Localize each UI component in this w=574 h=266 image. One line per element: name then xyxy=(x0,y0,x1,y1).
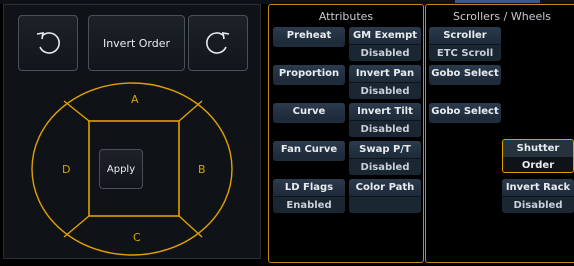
tile-label: Curve xyxy=(273,103,345,120)
tile-label: Invert Rack xyxy=(502,179,574,196)
tile-label: Gobo Select xyxy=(429,65,501,82)
scroller-button[interactable]: Scroller ETC Scroll xyxy=(429,27,501,61)
gobo-select-button[interactable]: Gobo Select xyxy=(429,65,501,85)
compass-label-c[interactable]: C xyxy=(133,231,141,244)
scrollers-title: Scrollers / Wheels xyxy=(452,10,552,23)
attr-color-path-button[interactable]: Color Path xyxy=(349,179,421,213)
tile-label: Proportion xyxy=(273,65,345,82)
tile-label: Swap P/T xyxy=(349,141,421,158)
tile-value: Disabled xyxy=(349,158,421,175)
tile-label: Scroller xyxy=(429,27,501,44)
compass-diag-bl xyxy=(63,215,90,238)
tile-label: Invert Pan xyxy=(349,65,421,82)
tile-label: Shutter Order xyxy=(503,140,573,171)
attr-gm-exempt-button[interactable]: GM Exempt Disabled xyxy=(349,27,421,61)
attr-invert-pan-button[interactable]: Invert Pan Disabled xyxy=(349,65,421,99)
tile-label: Fan Curve xyxy=(273,141,345,158)
attr-fan-curve-button[interactable]: Fan Curve xyxy=(273,141,345,161)
tile-label: GM Exempt xyxy=(349,27,421,44)
apply-button[interactable]: Apply xyxy=(99,149,143,189)
compass-label-d[interactable]: D xyxy=(62,163,70,176)
tile-label: LD Flags xyxy=(273,179,345,196)
shutter-order-button[interactable]: Shutter Order xyxy=(502,139,574,173)
direction-compass: A B C D Apply xyxy=(29,77,235,257)
compass-label-a[interactable]: A xyxy=(131,93,139,106)
attr-preheat-button[interactable]: Preheat xyxy=(273,27,345,47)
gobo-select-2-button[interactable]: Gobo Select 2 xyxy=(429,103,501,123)
compass-diag-br xyxy=(178,215,203,238)
rotate-left-button[interactable] xyxy=(18,15,78,71)
compass-label-b[interactable]: B xyxy=(198,163,206,176)
tile-label: Preheat xyxy=(273,27,345,44)
compass-diag-tr xyxy=(178,100,203,122)
tile-label: Gobo Select 2 xyxy=(429,103,501,120)
tile-value: Disabled xyxy=(502,196,574,213)
attributes-panel: Attributes Preheat Proportion Curve Fan … xyxy=(268,4,424,263)
rotation-panel: Invert Order A B C D Apply xyxy=(3,4,261,259)
top-strip-highlight xyxy=(455,0,540,3)
invert-order-button[interactable]: Invert Order xyxy=(88,15,185,71)
compass-diag-tl xyxy=(63,100,90,122)
attr-curve-button[interactable]: Curve xyxy=(273,103,345,123)
tile-value: Disabled xyxy=(349,44,421,61)
attributes-title: Attributes xyxy=(318,10,374,23)
rotate-cw-icon xyxy=(203,27,233,60)
tile-label: Color Path xyxy=(349,179,421,196)
attr-invert-tilt-button[interactable]: Invert Tilt Disabled xyxy=(349,103,421,137)
tile-value: ETC Scroll xyxy=(429,44,501,61)
invert-rack-button[interactable]: Invert Rack Disabled xyxy=(502,179,574,213)
attr-proportion-button[interactable]: Proportion xyxy=(273,65,345,85)
scrollers-wheels-panel: Scrollers / Wheels Scroller ETC Scroll Go… xyxy=(425,4,574,263)
tile-value: Disabled xyxy=(349,120,421,137)
tile-value: Disabled xyxy=(349,82,421,99)
rotate-ccw-icon xyxy=(33,27,63,60)
attr-swap-pt-button[interactable]: Swap P/T Disabled xyxy=(349,141,421,175)
tile-value: Enabled xyxy=(273,196,345,213)
tile-label: Invert Tilt xyxy=(349,103,421,120)
tile-value xyxy=(349,196,421,213)
attr-ld-flags-button[interactable]: LD Flags Enabled xyxy=(273,179,345,213)
rotate-right-button[interactable] xyxy=(188,15,248,71)
